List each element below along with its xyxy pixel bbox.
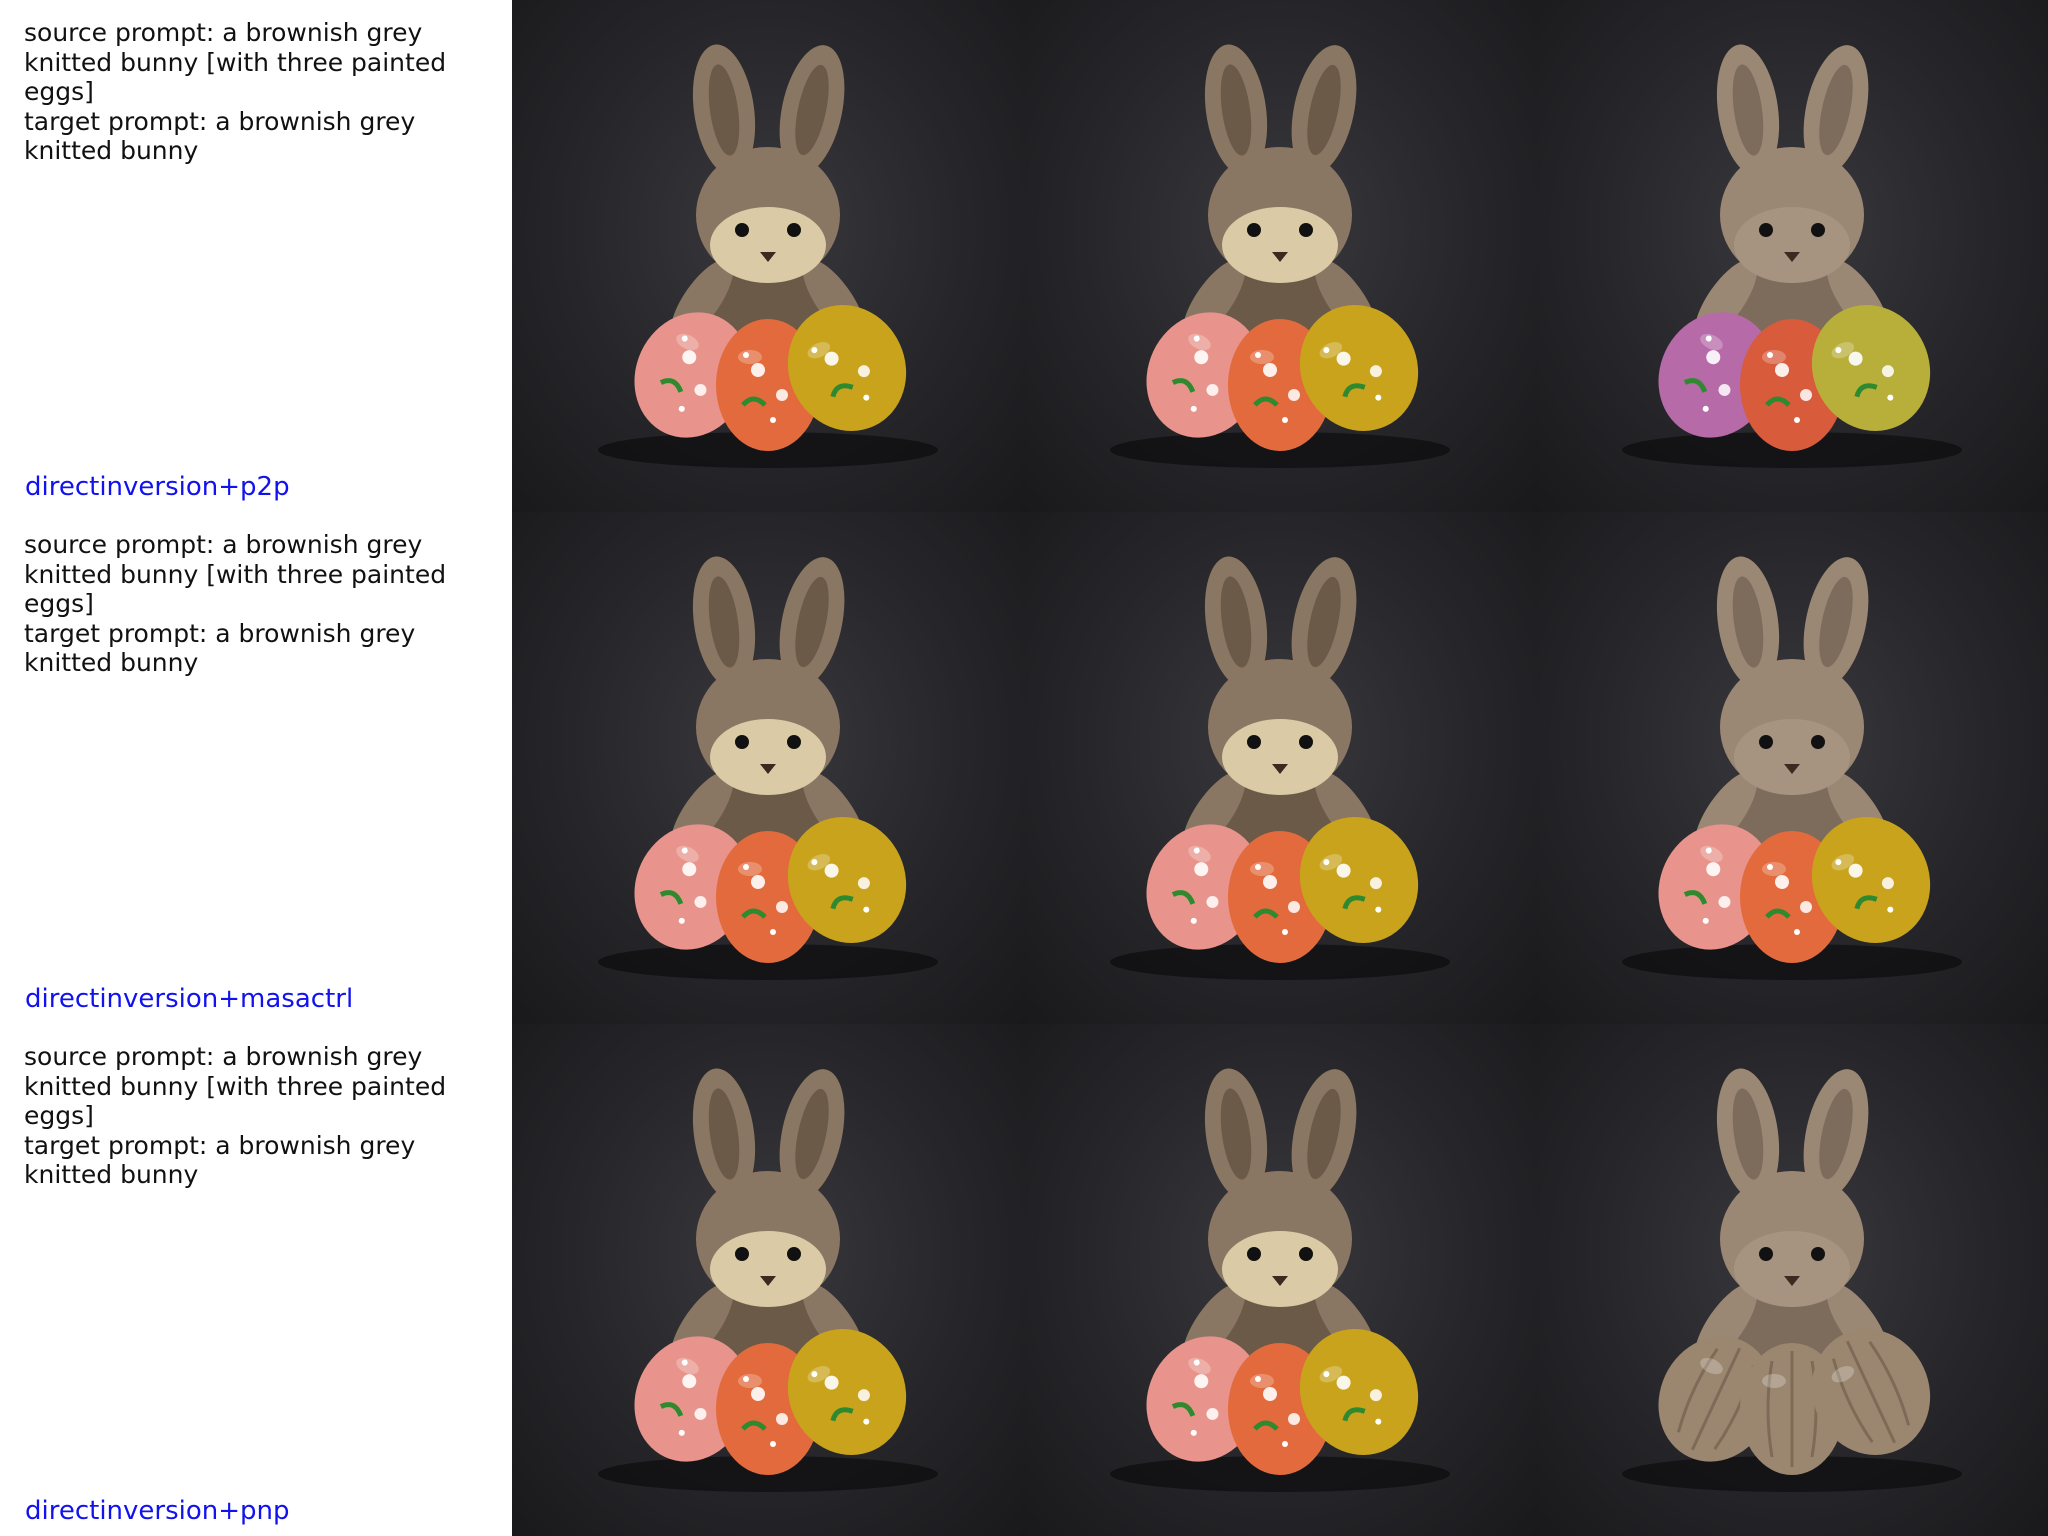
- prompt-cell-row-2: source prompt: a brownish grey knitted b…: [0, 512, 512, 1024]
- bunny-illustration: [1622, 44, 1962, 468]
- bunny-illustration: [1110, 1068, 1450, 1492]
- bunny-illustration: [598, 44, 938, 468]
- prompt-block: source prompt: a brownish grey knitted b…: [24, 18, 464, 166]
- image-row-1-col-3: [1536, 0, 2048, 512]
- bunny-illustration: [1110, 44, 1450, 468]
- image-row-1-col-1: [512, 0, 1024, 512]
- method-label: directinversion+p2p: [25, 472, 290, 502]
- image-row-2-col-1: [512, 512, 1024, 1024]
- image-row-2-col-3: [1536, 512, 2048, 1024]
- target-prompt-prefix: target prompt:: [24, 1130, 216, 1160]
- target-prompt-prefix: target prompt:: [24, 106, 216, 136]
- image-row-3-col-3: [1536, 1024, 2048, 1536]
- method-label: directinversion+masactrl: [25, 984, 354, 1014]
- source-prompt-prefix: source prompt:: [24, 1042, 223, 1071]
- bunny-illustration: [1622, 1068, 1962, 1492]
- bunny-illustration: [598, 556, 938, 980]
- bunny-illustration: [1622, 556, 1962, 980]
- image-row-3-col-2: [1024, 1024, 1536, 1536]
- bunny-illustration: [598, 1068, 938, 1492]
- comparison-grid: source prompt: a brownish grey knitted b…: [0, 0, 2048, 1536]
- source-prompt-prefix: source prompt:: [24, 18, 223, 47]
- prompt-cell-row-1: source prompt: a brownish grey knitted b…: [0, 0, 512, 512]
- image-row-2-col-2: [1024, 512, 1536, 1024]
- bunny-illustration: [1110, 556, 1450, 980]
- source-prompt-prefix: source prompt:: [24, 530, 223, 559]
- prompt-cell-row-3: source prompt: a brownish grey knitted b…: [0, 1024, 512, 1536]
- prompt-block: source prompt: a brownish grey knitted b…: [24, 1042, 464, 1190]
- prompt-block: source prompt: a brownish grey knitted b…: [24, 530, 464, 678]
- method-label: directinversion+pnp: [25, 1496, 290, 1526]
- image-row-3-col-1: [512, 1024, 1024, 1536]
- target-prompt-prefix: target prompt:: [24, 618, 216, 648]
- image-row-1-col-2: [1024, 0, 1536, 512]
